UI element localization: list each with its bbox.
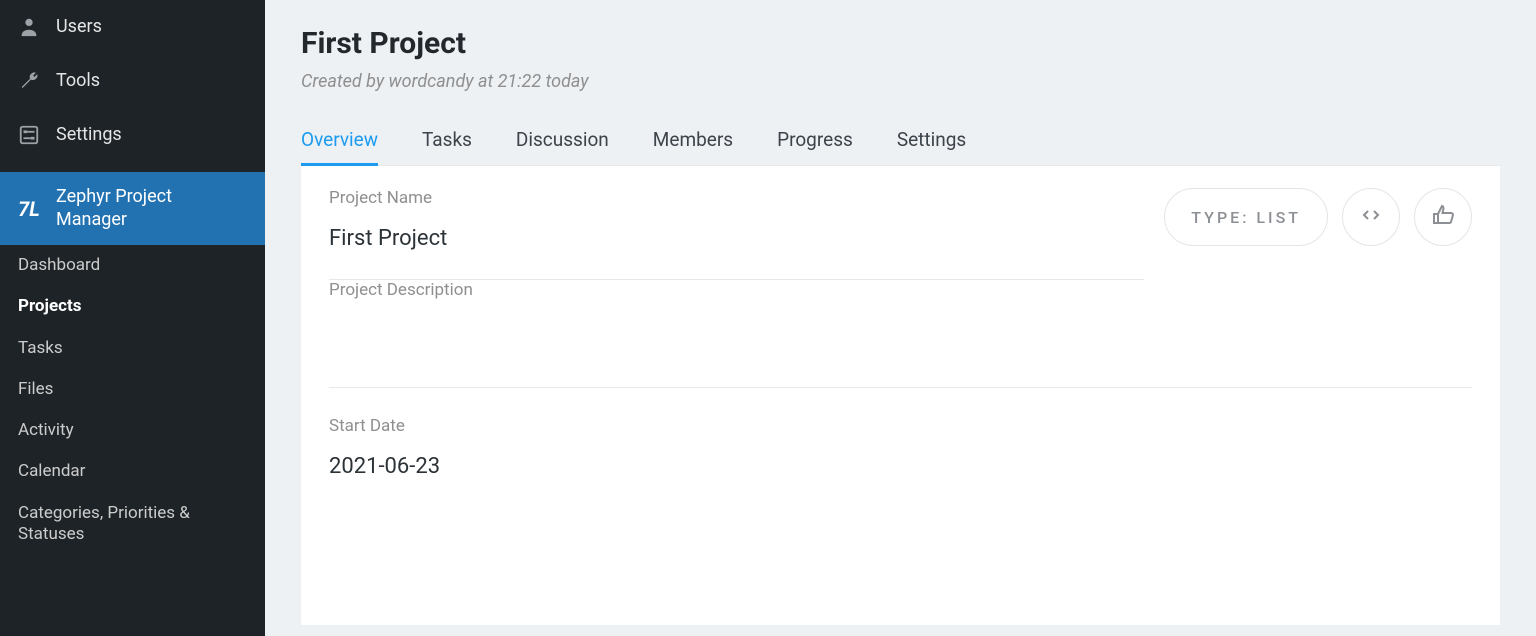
project-tabs: Overview Tasks Discussion Members Progre… [301,128,1500,165]
sidebar-sub-files[interactable]: Files [0,369,265,410]
sidebar-item-label: Zephyr Project Manager [56,186,247,231]
code-icon [1359,203,1383,231]
like-button[interactable] [1414,188,1472,246]
sliders-icon [16,122,42,148]
wrench-icon [16,68,42,94]
sidebar-sub-dashboard[interactable]: Dashboard [0,245,265,286]
field-value [329,318,1472,388]
sidebar-item-tools[interactable]: Tools [0,54,265,108]
field-label: Project Name [329,188,1144,208]
field-label: Start Date [329,416,1472,436]
field-label: Project Description [329,280,1472,300]
sidebar-item-users[interactable]: Users [0,0,265,54]
sidebar-item-label: Settings [56,124,122,147]
sidebar-sub-activity[interactable]: Activity [0,410,265,451]
card-actions: TYPE: LIST [1164,188,1472,246]
tab-discussion[interactable]: Discussion [516,128,609,165]
sidebar-sub-calendar[interactable]: Calendar [0,451,265,492]
tab-tasks[interactable]: Tasks [422,128,472,165]
embed-code-button[interactable] [1342,188,1400,246]
sidebar-sub-categories[interactable]: Categories, Priorities & Statuses [0,493,265,556]
thumbs-up-icon [1431,203,1455,231]
sidebar-item-zephyr[interactable]: 7L Zephyr Project Manager [0,172,265,245]
tab-members[interactable]: Members [653,128,733,165]
tab-settings[interactable]: Settings [897,128,966,165]
sidebar-item-settings[interactable]: Settings [0,108,265,162]
main-content: First Project Created by wordcandy at 21… [265,0,1536,636]
sidebar-item-label: Tools [56,70,100,93]
type-pill[interactable]: TYPE: LIST [1164,188,1328,246]
page-subtitle: Created by wordcandy at 21:22 today [301,71,1500,92]
field-value: 2021-06-23 [329,454,1472,507]
field-value: First Project [329,226,1144,280]
admin-sidebar: Users Tools Settings 7L Zephyr Project M… [0,0,265,636]
sidebar-sub-projects[interactable]: Projects [0,286,265,327]
field-project-name: Project Name First Project [329,188,1144,280]
tab-progress[interactable]: Progress [777,128,853,165]
field-project-description: Project Description [329,280,1472,388]
overview-card: Project Name First Project TYPE: LIST Pr [301,165,1500,625]
tab-overview[interactable]: Overview [301,128,378,165]
sidebar-sub-tasks[interactable]: Tasks [0,328,265,369]
zephyr-logo-icon: 7L [16,196,42,222]
page-title: First Project [301,26,1500,61]
field-start-date: Start Date 2021-06-23 [329,416,1472,507]
user-icon [16,14,42,40]
sidebar-item-label: Users [56,16,102,39]
